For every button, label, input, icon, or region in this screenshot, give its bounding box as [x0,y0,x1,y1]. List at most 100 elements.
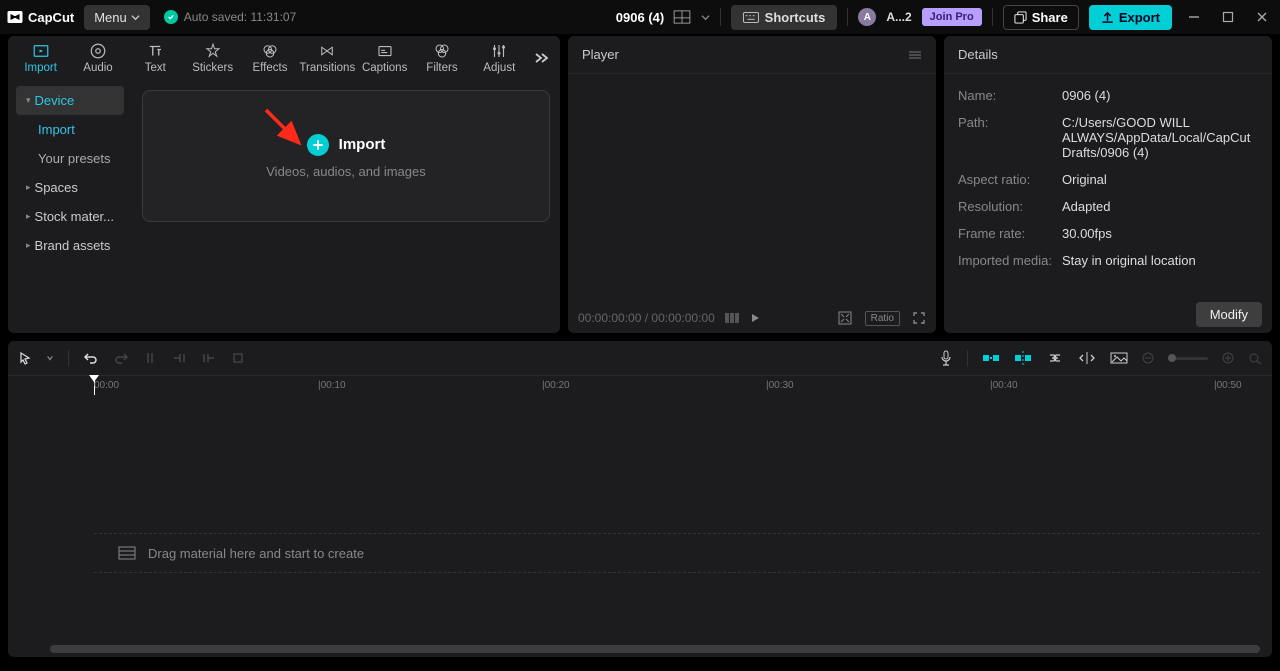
sidebar-sub-presets[interactable]: Your presets [16,144,124,173]
player-menu-button[interactable] [908,50,922,60]
cover-button[interactable] [1110,352,1128,364]
detail-row-fps: Frame rate:30.00fps [958,220,1258,247]
export-icon [1101,11,1114,24]
expand-tabs-button[interactable] [528,46,556,70]
autosave-text: Auto saved: 11:31:07 [184,10,297,24]
details-header: Details [944,36,1272,74]
timeline-scrollbar[interactable] [50,645,1260,653]
export-button[interactable]: Export [1089,5,1172,30]
tab-captions[interactable]: Captions [356,36,413,80]
tool-tabs: Import Audio Text Stickers Effects Trans… [8,36,560,80]
check-icon [164,10,178,24]
magnet-main-button[interactable] [982,352,1000,364]
media-sidebar: Device Import Your presets Spaces Stock … [8,80,130,333]
selection-dropdown[interactable] [46,354,54,362]
link-button[interactable] [1046,353,1064,363]
player-timecode: 00:00:00:00 / 00:00:00:00 [578,311,715,325]
modify-button[interactable]: Modify [1196,302,1262,327]
drop-hint-text: Drag material here and start to create [148,546,364,561]
tab-audio[interactable]: Audio [69,36,126,80]
delete-left-button[interactable] [171,351,187,365]
avatar[interactable]: A [858,8,876,26]
join-pro-button[interactable]: Join Pro [922,8,982,26]
timeline-ruler[interactable]: 00:00 |00:10 |00:20 |00:30 |00:40 |00:50 [8,375,1272,395]
magnet-timeline-button[interactable] [1014,351,1032,365]
record-audio-button[interactable] [939,350,953,366]
tab-filters[interactable]: Filters [413,36,470,80]
zoom-out-button[interactable] [1142,352,1154,364]
scale-icon[interactable] [837,310,853,326]
shortcuts-button[interactable]: Shortcuts [731,5,838,30]
tab-import[interactable]: Import [12,36,69,80]
sidebar-sub-import[interactable]: Import [16,115,124,144]
import-dropzone[interactable]: Import Videos, audios, and images [142,90,550,222]
zoom-slider[interactable] [1168,357,1208,360]
autosave-status: Auto saved: 11:31:07 [164,10,297,24]
ruler-tick: 00:00 [94,380,119,391]
detail-key: Imported media: [958,253,1062,268]
chevron-down-icon [131,13,140,22]
layout-icon[interactable] [673,10,691,24]
main-row: Import Audio Text Stickers Effects Trans… [0,36,1280,333]
import-icon [32,42,50,60]
tab-transitions[interactable]: Transitions [299,36,356,80]
text-icon [146,42,164,60]
detail-key: Path: [958,115,1062,160]
redo-button[interactable] [113,351,129,365]
detail-key: Aspect ratio: [958,172,1062,187]
detail-row-aspect: Aspect ratio:Original [958,166,1258,193]
zoom-in-button[interactable] [1222,352,1234,364]
import-title: Import [339,136,386,153]
player-viewport[interactable] [568,74,936,303]
menu-button[interactable]: Menu [84,5,150,30]
preview-axis-button[interactable] [1078,352,1096,364]
timeline-toolbar-right [939,350,1262,366]
sidebar-item-spaces[interactable]: Spaces [16,173,124,202]
sidebar-item-label: Stock mater... [35,209,114,224]
share-icon [1014,11,1027,24]
tab-label: Adjust [483,62,515,74]
detail-row-imported-media: Imported media:Stay in original location [958,247,1258,274]
player-title: Player [582,47,619,62]
import-subtitle: Videos, audios, and images [266,164,425,179]
crop-button[interactable] [231,351,245,365]
tab-stickers[interactable]: Stickers [184,36,241,80]
delete-right-button[interactable] [201,351,217,365]
menu-label: Menu [94,10,127,25]
username: A...2 [886,10,911,24]
share-button[interactable]: Share [1003,5,1079,30]
undo-button[interactable] [83,351,99,365]
window-maximize[interactable] [1216,11,1240,23]
ratio-button[interactable]: Ratio [865,311,900,326]
ruler-tick: |00:10 [318,380,346,391]
fullscreen-icon[interactable] [912,311,926,325]
chevron-down-icon[interactable] [701,13,710,22]
zoom-fit-button[interactable] [1248,352,1262,364]
tab-effects[interactable]: Effects [241,36,298,80]
split-button[interactable] [143,351,157,365]
sidebar-item-device[interactable]: Device [16,86,124,115]
scrollbar-thumb[interactable] [50,645,1260,653]
selection-tool[interactable] [18,351,32,365]
detail-key: Frame rate: [958,226,1062,241]
ruler-tick: |00:50 [1214,380,1242,391]
timeline-panel: 00:00 |00:10 |00:20 |00:30 |00:40 |00:50… [8,341,1272,657]
tab-text[interactable]: Text [127,36,184,80]
window-close[interactable] [1250,11,1274,23]
ruler-tick: |00:40 [990,380,1018,391]
play-icon[interactable] [749,312,761,324]
tab-adjust[interactable]: Adjust [471,36,528,80]
sidebar-item-brand[interactable]: Brand assets [16,231,124,260]
filters-icon [433,42,451,60]
window-minimize[interactable] [1182,11,1206,23]
detail-value: 0906 (4) [1062,88,1258,103]
timeline-tracks[interactable]: Drag material here and start to create [8,395,1272,657]
tab-label: Import [24,62,57,74]
detail-row-path: Path:C:/Users/GOOD WILL ALWAYS/AppData/L… [958,109,1258,166]
sidebar-item-stock[interactable]: Stock mater... [16,202,124,231]
captions-icon [376,42,394,60]
quality-icon[interactable] [725,313,739,323]
details-title: Details [958,47,998,62]
detail-key: Resolution: [958,199,1062,214]
share-label: Share [1032,10,1068,25]
